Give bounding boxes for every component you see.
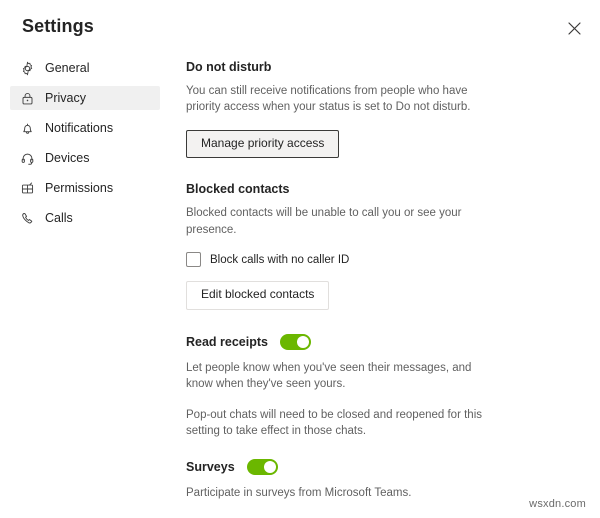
- section-blocked-contacts: Blocked contacts Blocked contacts will b…: [186, 182, 546, 310]
- read-receipts-toggle[interactable]: [279, 333, 311, 350]
- sidebar-item-privacy[interactable]: Privacy: [10, 86, 160, 110]
- settings-content-panel: Do not disturb You can still receive not…: [186, 60, 546, 502]
- sidebar-item-permissions[interactable]: Permissions: [10, 176, 160, 200]
- toggle-knob-icon: [296, 335, 309, 348]
- surveys-label: Surveys: [186, 460, 235, 475]
- read-receipts-description-1: Let people know when you've seen their m…: [186, 361, 472, 391]
- section-read-receipts: Read receipts Let people know when you'v…: [186, 333, 546, 439]
- block-calls-no-caller-id-checkbox[interactable]: Block calls with no caller ID: [186, 252, 546, 268]
- lock-icon: [18, 89, 36, 107]
- section-surveys: Surveys Participate in surveys from Micr…: [186, 459, 546, 501]
- bell-icon: [18, 119, 36, 137]
- blocked-contacts-description: Blocked contacts will be unable to call …: [186, 207, 462, 236]
- section-heading-do-not-disturb: Do not disturb: [186, 60, 272, 74]
- read-receipts-description-2: Pop-out chats will need to be closed and…: [186, 408, 482, 437]
- sidebar-item-devices[interactable]: Devices: [10, 146, 160, 170]
- sidebar-item-notifications[interactable]: Notifications: [10, 116, 160, 140]
- section-heading-blocked-contacts: Blocked contacts: [186, 182, 290, 197]
- checkbox-box-icon[interactable]: [186, 252, 201, 268]
- sidebar-item-label: Devices: [45, 150, 90, 165]
- sidebar-item-label: Calls: [45, 210, 73, 225]
- sidebar-item-label: Privacy: [45, 90, 86, 105]
- sidebar-item-label: Notifications: [45, 120, 114, 135]
- watermark: wsxdn.com: [529, 498, 586, 510]
- surveys-toggle[interactable]: [246, 459, 278, 476]
- sidebar-item-label: Permissions: [45, 180, 114, 195]
- sidebar-item-general[interactable]: General: [10, 56, 160, 80]
- close-icon[interactable]: [560, 14, 588, 42]
- toggle-knob-icon: [263, 461, 276, 474]
- section-do-not-disturb: Do not disturb You can still receive not…: [186, 60, 546, 159]
- sidebar-item-calls[interactable]: Calls: [10, 206, 160, 230]
- do-not-disturb-description: You can still receive notifications from…: [186, 85, 471, 114]
- checkbox-label: Block calls with no caller ID: [210, 253, 350, 266]
- surveys-row: Surveys: [186, 459, 546, 476]
- page-title: Settings: [22, 16, 94, 36]
- settings-sidebar: General Privacy Notifications Devices Pe…: [0, 56, 170, 236]
- read-receipts-row: Read receipts: [186, 333, 546, 350]
- manage-priority-access-button[interactable]: Manage priority access: [186, 129, 340, 159]
- surveys-description: Participate in surveys from Microsoft Te…: [186, 487, 412, 500]
- headset-icon: [18, 149, 36, 167]
- settings-window: Settings General Privacy Notifications D…: [0, 0, 600, 518]
- read-receipts-label: Read receipts: [186, 334, 268, 349]
- sidebar-item-label: General: [45, 60, 90, 75]
- gear-icon: [18, 59, 36, 77]
- permissions-icon: [18, 179, 36, 197]
- edit-blocked-contacts-button[interactable]: Edit blocked contacts: [186, 281, 330, 310]
- phone-icon: [18, 209, 36, 227]
